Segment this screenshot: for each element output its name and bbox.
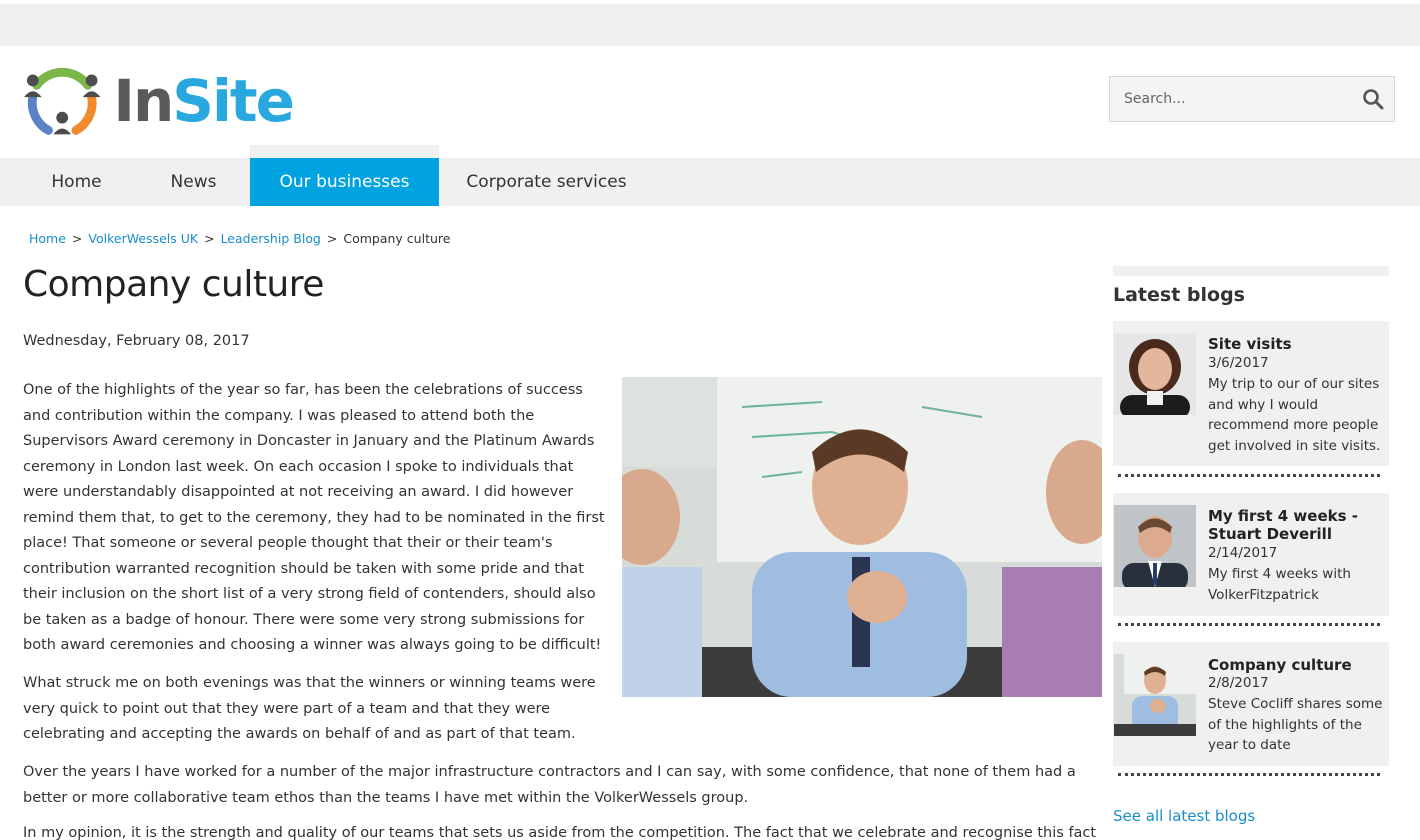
meeting-photo-image	[622, 377, 1102, 697]
blog-thumbnail	[1114, 654, 1196, 736]
people-circle-logo-icon	[23, 67, 101, 135]
search-icon[interactable]	[1362, 88, 1384, 110]
main-nav: Home News Our businesses Corporate servi…	[0, 158, 1420, 206]
nav-item-corporate-services[interactable]: Corporate services	[458, 158, 635, 206]
search-box	[1109, 76, 1395, 122]
blog-description: My trip to our of our sites and why I wo…	[1208, 376, 1381, 454]
breadcrumb-volkerwessels-uk[interactable]: VolkerWessels UK	[88, 231, 198, 246]
breadcrumb-home[interactable]: Home	[29, 231, 66, 246]
article-paragraph: What struck me on both evenings was that…	[23, 675, 596, 742]
brand-part-in: In	[113, 67, 174, 135]
breadcrumb-separator: >	[326, 231, 338, 246]
blog-thumbnail	[1114, 333, 1196, 415]
sidebar-top-bar	[1113, 266, 1389, 276]
article-paragraph: One of the highlights of the year so far…	[23, 382, 605, 653]
blog-card-site-visits[interactable]: Site visits 3/6/2017 My trip to our of o…	[1113, 321, 1389, 466]
blog-description: Steve Cocliff shares some of the highlig…	[1208, 696, 1383, 753]
blog-date: 2/8/2017	[1208, 675, 1269, 691]
author-photo-image	[1114, 505, 1196, 587]
article-paragraph: Over the years I have worked for a numbe…	[23, 764, 1076, 806]
author-photo-image	[1114, 333, 1196, 415]
search-input[interactable]	[1110, 77, 1350, 121]
brand-part-site: Site	[172, 67, 295, 135]
blog-date: 3/6/2017	[1208, 355, 1269, 371]
blog-date: 2/14/2017	[1208, 545, 1278, 561]
divider	[1118, 474, 1380, 477]
blog-title[interactable]: Company culture	[1208, 656, 1388, 674]
breadcrumb-leadership-blog[interactable]: Leadership Blog	[221, 231, 321, 246]
blog-title[interactable]: My first 4 weeks - Stuart Deverill	[1208, 507, 1388, 543]
blog-card-company-culture[interactable]: Company culture 2/8/2017 Steve Cocliff s…	[1113, 642, 1389, 766]
utility-bar	[0, 4, 1420, 46]
nav-active-tab-top	[250, 145, 439, 158]
divider	[1118, 623, 1380, 626]
author-photo-image	[1114, 654, 1196, 736]
sidebar-title: Latest blogs	[1113, 284, 1245, 306]
blog-description: My first 4 weeks with VolkerFitzpatrick	[1208, 566, 1351, 603]
insite-logo[interactable]: InSite	[23, 62, 295, 140]
blog-title[interactable]: Site visits	[1208, 335, 1388, 353]
article-paragraph: In my opinion, it is the strength and qu…	[23, 825, 1097, 840]
article-date: Wednesday, February 08, 2017	[23, 333, 250, 349]
nav-item-our-businesses[interactable]: Our businesses	[250, 158, 439, 206]
brand-wordmark: InSite	[113, 72, 295, 130]
blog-card-first-4-weeks[interactable]: My first 4 weeks - Stuart Deverill 2/14/…	[1113, 493, 1389, 616]
divider	[1118, 773, 1380, 776]
nav-item-news[interactable]: News	[140, 158, 247, 206]
breadcrumb-separator: >	[71, 231, 83, 246]
breadcrumb: Home > VolkerWessels UK > Leadership Blog > Co…	[29, 231, 450, 246]
blog-thumbnail	[1114, 505, 1196, 587]
breadcrumb-current: Company culture	[343, 231, 451, 246]
page-title: Company culture	[23, 264, 324, 305]
nav-item-home[interactable]: Home	[23, 158, 130, 206]
see-all-blogs-link[interactable]: See all latest blogs	[1113, 807, 1255, 825]
article-photo	[622, 377, 1102, 697]
breadcrumb-separator: >	[204, 231, 215, 246]
